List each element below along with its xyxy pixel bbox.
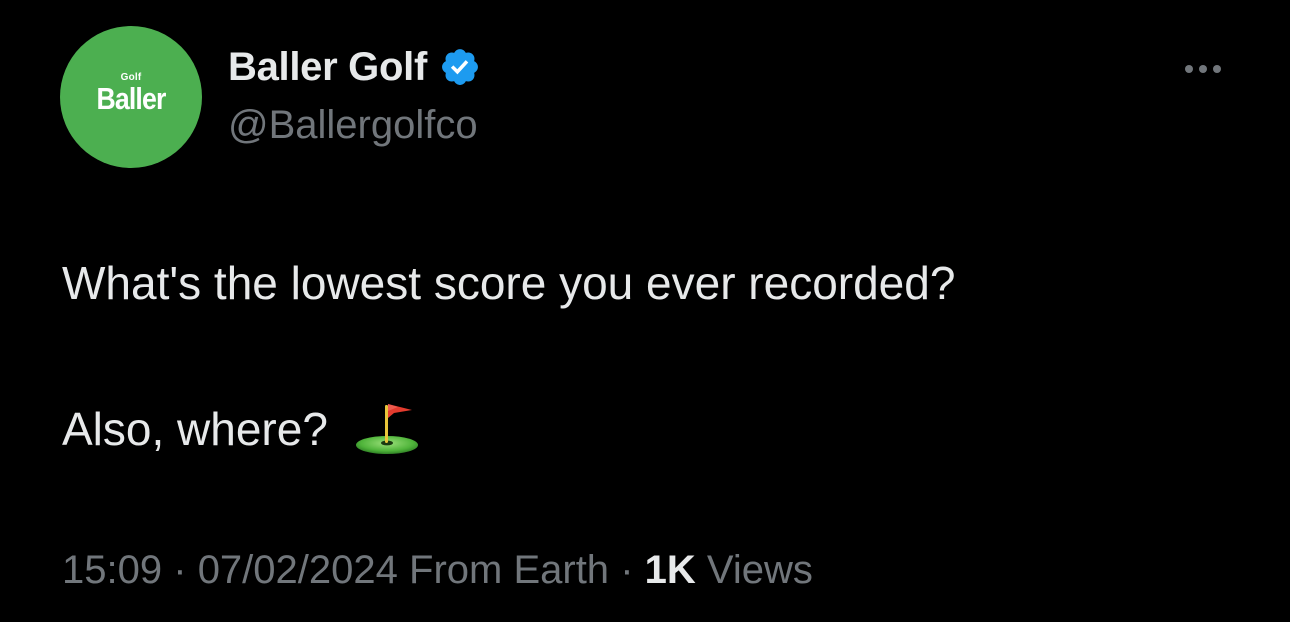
tweet: Golf Baller Baller Golf @Ballergolfco Wh… [0, 0, 1290, 622]
more-dot [1185, 65, 1193, 73]
flag-in-hole-icon [355, 404, 418, 454]
verified-badge-icon [442, 49, 478, 85]
views-label[interactable]: Views [707, 548, 813, 592]
meta-separator: · [620, 548, 634, 592]
avatar-main-text: Baller [96, 81, 167, 116]
views-count[interactable]: 1K [645, 548, 696, 592]
flag-in-hole-emoji [354, 401, 420, 457]
tweet-meta: 15:09 · 07/02/2024 From Earth · 1K Views [62, 545, 813, 595]
tweet-date[interactable]: 07/02/2024 [198, 548, 398, 592]
tweet-text-line-2-row: Also, where? [62, 401, 420, 457]
tweet-time[interactable]: 15:09 [62, 548, 162, 592]
meta-separator: · [173, 548, 187, 592]
tweet-text-line-2: Also, where? [62, 403, 328, 455]
tweet-text-line-1: What's the lowest score you ever recorde… [62, 257, 956, 309]
more-dot [1213, 65, 1221, 73]
more-horizontal-icon[interactable] [1178, 56, 1228, 82]
name-row: Baller Golf [228, 42, 481, 92]
more-dot [1199, 65, 1207, 73]
author-identity: Baller Golf @Ballergolfco [228, 42, 481, 152]
avatar[interactable]: Golf Baller [60, 26, 202, 168]
display-name[interactable]: Baller Golf [228, 42, 427, 92]
tweet-location: From Earth [409, 548, 610, 592]
handle[interactable]: @Ballergolfco [228, 98, 481, 152]
